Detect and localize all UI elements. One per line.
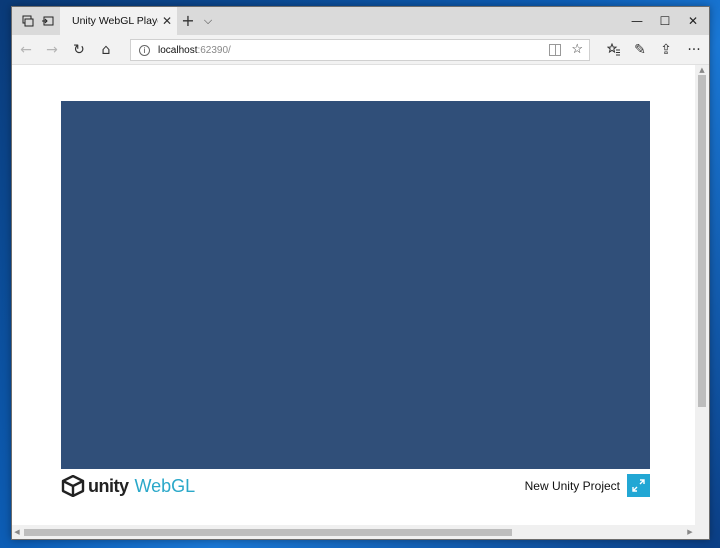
share-icon[interactable]: ⇪: [654, 38, 678, 62]
unity-footer: unity WebGL New Unity Project: [61, 471, 650, 497]
browser-window: Unity WebGL Player | Ne ✕ + ⌵ — ☐ ✕ ← → …: [11, 6, 710, 540]
more-icon[interactable]: ···: [682, 38, 706, 62]
new-tab-button[interactable]: +: [178, 11, 198, 31]
scroll-left-icon[interactable]: ◀: [12, 525, 22, 539]
back-button[interactable]: ←: [14, 38, 38, 62]
close-button[interactable]: ✕: [678, 7, 708, 35]
logo-webgl-text: WebGL: [134, 475, 196, 496]
site-info-icon[interactable]: i: [139, 44, 150, 56]
scroll-right-icon[interactable]: ▶: [685, 525, 695, 539]
reading-view-icon[interactable]: [549, 44, 561, 56]
set-aside-tabs-icon: [22, 15, 34, 27]
favorite-star-icon[interactable]: ☆: [571, 41, 583, 57]
tab-actions-icon[interactable]: [18, 11, 38, 31]
url-host: localhost: [158, 44, 198, 56]
page-viewport: unity WebGL New Unity Project: [12, 65, 697, 527]
unity-cube-icon: [61, 475, 85, 497]
address-bar[interactable]: i localhost:62390/ ☆: [130, 39, 590, 61]
fullscreen-icon: [632, 479, 645, 492]
logo-unity-text: unity: [88, 475, 129, 496]
unity-webgl-logo: unity WebGL: [61, 475, 195, 497]
minimize-button[interactable]: —: [622, 7, 652, 35]
maximize-button[interactable]: ☐: [650, 7, 680, 35]
show-tabs-icon: [42, 16, 54, 26]
horizontal-scrollbar[interactable]: ◀ ▶: [12, 525, 709, 539]
tab-close-icon[interactable]: ✕: [160, 14, 174, 28]
forward-button[interactable]: →: [40, 38, 64, 62]
tab-title: Unity WebGL Player | Ne: [72, 15, 158, 27]
horizontal-scroll-thumb[interactable]: [24, 529, 512, 536]
tab-active[interactable]: Unity WebGL Player | Ne ✕: [60, 7, 177, 35]
navigation-bar: ← → ↻ ⌂ i localhost:62390/ ☆ ✎ ⇪ ···: [12, 35, 709, 65]
fullscreen-button[interactable]: [627, 474, 650, 497]
vertical-scroll-thumb[interactable]: [698, 75, 706, 407]
unity-canvas[interactable]: [61, 101, 650, 469]
refresh-button[interactable]: ↻: [67, 38, 91, 62]
scroll-up-icon[interactable]: ▲: [695, 65, 709, 75]
chevron-down-icon[interactable]: ⌵: [198, 11, 218, 31]
favorites-hub-icon[interactable]: [602, 38, 626, 62]
vertical-scrollbar[interactable]: ▲: [695, 65, 709, 527]
home-button[interactable]: ⌂: [94, 38, 118, 62]
project-title: New Unity Project: [524, 479, 620, 493]
tab-preview-icon[interactable]: [38, 11, 58, 31]
notes-icon[interactable]: ✎: [628, 38, 652, 62]
tab-strip: Unity WebGL Player | Ne ✕ + ⌵ — ☐ ✕: [12, 7, 709, 35]
url-path: :62390/: [197, 44, 231, 56]
